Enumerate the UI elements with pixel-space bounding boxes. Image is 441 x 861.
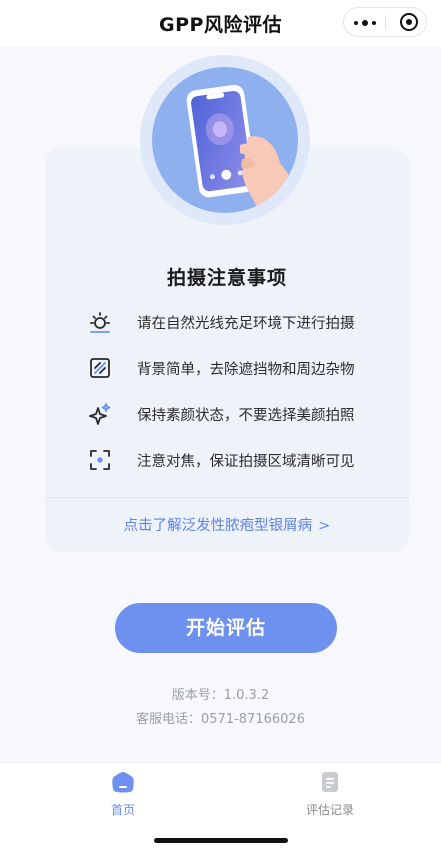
hero-illustration: [140, 55, 310, 225]
home-icon: [112, 771, 134, 793]
home-indicator: [154, 838, 288, 843]
tab-records[interactable]: 评估记录: [290, 771, 370, 818]
more-icon[interactable]: [354, 20, 376, 26]
capsule-divider: [385, 15, 386, 30]
tab-bar: 首页 评估记录: [0, 762, 441, 861]
learn-more-link[interactable]: 点击了解泛发性脓疱型银屑病 >: [45, 514, 409, 535]
page: GPP风险评估 拍摄注意事项 请在自然光线充足环境下进行拍摄 背景简单，去除遮挡…: [0, 0, 441, 861]
card-divider: [45, 497, 409, 498]
close-icon[interactable]: [400, 13, 418, 31]
navbar: GPP风险评估: [0, 0, 441, 46]
chevron-right-icon: >: [318, 518, 331, 534]
sparkle-icon: [88, 402, 112, 426]
service-phone-text: 客服电话：0571-87166026: [136, 712, 305, 727]
records-icon: [319, 771, 341, 793]
tip-text: 保持素颜状态，不要选择美颜拍照: [137, 408, 355, 424]
background-icon: [88, 356, 112, 380]
phone-scan-icon: [152, 67, 298, 213]
tab-records-label: 评估记录: [305, 803, 354, 817]
list-item: 保持素颜状态，不要选择美颜拍照: [82, 398, 402, 444]
sun-icon: [88, 310, 112, 334]
tip-text: 请在自然光线充足环境下进行拍摄: [137, 316, 355, 332]
list-item: 注意对焦，保证拍摄区域清晰可见: [82, 444, 402, 490]
list-item: 请在自然光线充足环境下进行拍摄: [82, 306, 402, 352]
tab-home-label: 首页: [110, 803, 135, 817]
version-text: 版本号：1.0.3.2: [171, 688, 270, 703]
tip-text: 背景简单，去除遮挡物和周边杂物: [137, 362, 355, 378]
focus-icon: [88, 448, 112, 472]
tip-text: 注意对焦，保证拍摄区域清晰可见: [137, 454, 355, 470]
mini-program-capsule: [343, 7, 427, 37]
tips-list: 请在自然光线充足环境下进行拍摄 背景简单，去除遮挡物和周边杂物 保持素颜状态，不…: [82, 306, 402, 490]
card-title: 拍摄注意事项: [166, 267, 287, 289]
start-assessment-button[interactable]: 开始评估: [115, 603, 337, 653]
list-item: 背景简单，去除遮挡物和周边杂物: [82, 352, 402, 398]
learn-more-label: 点击了解泛发性脓疱型银屑病: [123, 518, 313, 534]
tab-home[interactable]: 首页: [83, 771, 163, 818]
